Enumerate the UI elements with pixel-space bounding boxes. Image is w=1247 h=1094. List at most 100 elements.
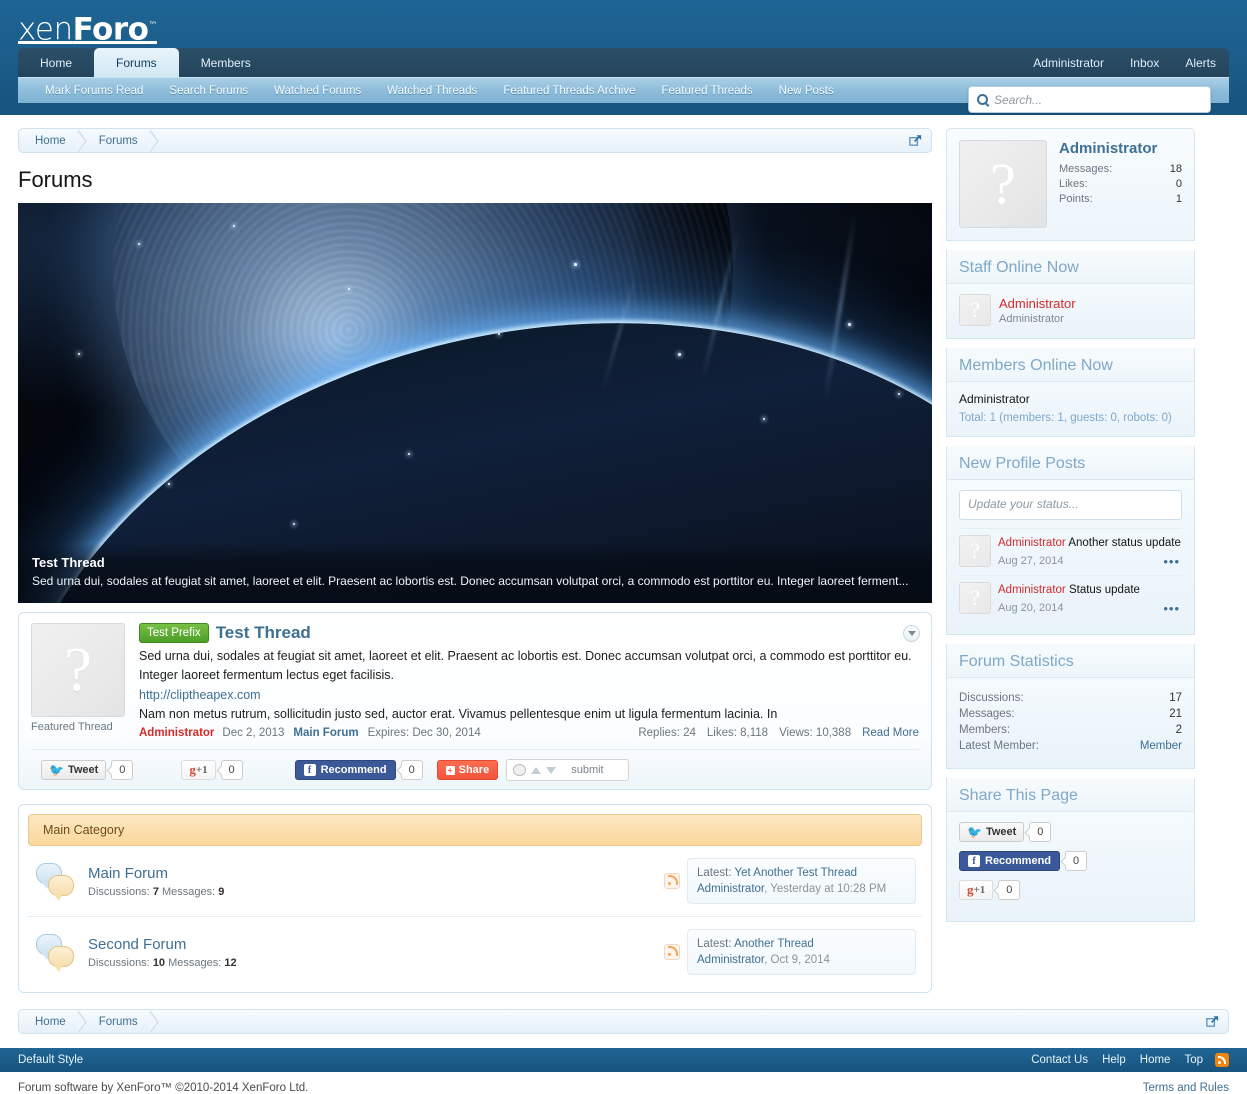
thread-prefix-badge[interactable]: Test Prefix: [139, 623, 209, 643]
footer-link-help[interactable]: Help: [1102, 1054, 1126, 1066]
points-label: Points:: [1059, 193, 1093, 205]
staff-name-link[interactable]: Administrator: [999, 296, 1076, 311]
terms-and-rules-link[interactable]: Terms and Rules: [1143, 1082, 1229, 1094]
profile-post-item[interactable]: ? Administrator Another status update Au…: [959, 528, 1182, 575]
gplus-button[interactable]: g +1: [959, 880, 994, 900]
facebook-count[interactable]: 0: [1065, 851, 1088, 871]
footer-link-home[interactable]: Home: [1140, 1054, 1171, 1066]
breadcrumb-link-forums[interactable]: Forums: [87, 135, 150, 147]
last-post-author-link[interactable]: Administrator: [697, 883, 764, 895]
featured-thread-replies: Replies: 24: [638, 727, 696, 739]
last-post-author-row: Administrator, Yesterday at 10:28 PM: [697, 881, 906, 897]
forum-row[interactable]: Second Forum Discussions: 10 Messages: 1…: [28, 917, 922, 987]
account-menu-inbox[interactable]: Inbox: [1117, 48, 1172, 77]
staff-user-title: Administrator: [999, 312, 1064, 325]
profile-post-text: Another status update: [1068, 537, 1181, 549]
gplus-count[interactable]: 0: [220, 760, 243, 780]
gplus-button[interactable]: g +1: [181, 760, 216, 780]
subnav-new-posts[interactable]: New Posts: [766, 85, 847, 97]
facebook-recommend-button[interactable]: f Recommend: [294, 760, 396, 780]
last-post-box: Latest: Yet Another Test Thread Administ…: [687, 858, 916, 904]
subnav-watched-forums[interactable]: Watched Forums: [261, 85, 374, 97]
gplus-count[interactable]: 0: [998, 880, 1021, 900]
account-menu-alerts[interactable]: Alerts: [1172, 48, 1229, 77]
visitor-panel: ? Administrator Messages: 18 Likes: 0 Po…: [946, 128, 1195, 241]
footer-breadcrumb-link-home[interactable]: Home: [23, 1016, 78, 1028]
footer-link-contact-us[interactable]: Contact Us: [1031, 1054, 1088, 1066]
profile-post-user[interactable]: Administrator: [998, 584, 1066, 596]
status-update-input[interactable]: Update your status...: [959, 490, 1182, 520]
profile-post-more-icon[interactable]: •••: [1163, 601, 1180, 616]
avatar[interactable]: ?: [959, 294, 991, 326]
featured-thread-author-link[interactable]: Administrator: [139, 727, 214, 739]
facebook-count[interactable]: 0: [400, 760, 423, 780]
sidebar-gplus-group: g +1 0: [959, 880, 1182, 900]
breadcrumb-arrow: [148, 128, 159, 153]
rss-icon[interactable]: [664, 944, 680, 960]
tweet-button[interactable]: 🐦 Tweet: [959, 822, 1025, 842]
tab-forums[interactable]: Forums: [94, 48, 179, 77]
facebook-recommend-button[interactable]: f Recommend: [959, 851, 1061, 871]
breadcrumb-item-forums[interactable]: Forums: [87, 128, 159, 153]
featured-thread-forum-link[interactable]: Main Forum: [293, 727, 358, 739]
sidebar-separator: [946, 437, 1195, 446]
subnav-featured-threads[interactable]: Featured Threads: [648, 85, 765, 97]
hero-star: [233, 225, 235, 227]
downvote-icon[interactable]: [546, 766, 557, 774]
hero-star: [408, 453, 410, 455]
site-logo[interactable]: xenForo™: [18, 6, 157, 49]
forum-row[interactable]: Main Forum Discussions: 7 Messages: 9 La…: [28, 846, 922, 917]
tweet-button[interactable]: 🐦 Tweet: [41, 760, 107, 780]
profile-post-item[interactable]: ? Administrator Status update Aug 20, 20…: [959, 575, 1182, 622]
tweet-count[interactable]: 0: [1029, 822, 1052, 842]
latest-member-link[interactable]: Member: [1140, 740, 1182, 752]
online-member-link[interactable]: Administrator: [959, 392, 1030, 406]
profile-post-more-icon[interactable]: •••: [1163, 554, 1180, 569]
tweet-button-label: Tweet: [67, 764, 99, 776]
avatar[interactable]: ?: [31, 623, 125, 717]
featured-thread-title-link[interactable]: Test Thread: [216, 623, 311, 643]
profile-post-user[interactable]: Administrator: [998, 537, 1066, 549]
visitor-name-link[interactable]: Administrator: [1059, 140, 1157, 157]
subnav-search-forums[interactable]: Search Forums: [156, 85, 261, 97]
featured-thread-menu-button[interactable]: [903, 625, 920, 642]
forum-title-link[interactable]: Main Forum: [88, 865, 168, 882]
featured-thread-slider[interactable]: Test Thread Sed urna dui, sodales at feu…: [18, 203, 932, 603]
style-chooser[interactable]: Default Style: [18, 1054, 83, 1066]
breadcrumb-item-home[interactable]: Home: [23, 128, 87, 153]
footer-link-top[interactable]: Top: [1184, 1054, 1203, 1066]
avatar[interactable]: ?: [959, 140, 1047, 228]
last-post-title-link[interactable]: Yet Another Test Thread: [735, 867, 858, 879]
subnav-featured-threads-archive[interactable]: Featured Threads Archive: [490, 85, 648, 97]
featured-thread-url-link[interactable]: http://cliptheapex.com: [139, 685, 919, 705]
hero-star: [763, 418, 765, 420]
footer-breadcrumb-link-forums[interactable]: Forums: [87, 1016, 150, 1028]
rss-icon[interactable]: [664, 873, 680, 889]
last-post-title-link[interactable]: Another Thread: [734, 938, 814, 950]
upvote-icon[interactable]: [531, 766, 542, 774]
staff-online-item[interactable]: ? Administrator Administrator: [959, 294, 1182, 326]
category-header[interactable]: Main Category: [28, 814, 922, 846]
account-menu-administrator[interactable]: Administrator: [1020, 48, 1117, 77]
search-input[interactable]: Search...: [968, 86, 1211, 113]
subnav-watched-threads[interactable]: Watched Threads: [374, 85, 490, 97]
open-in-new-window-icon[interactable]: [908, 133, 923, 148]
footer-breadcrumb-item-forums[interactable]: Forums: [87, 1009, 159, 1034]
forum-title-link[interactable]: Second Forum: [88, 936, 186, 953]
avatar[interactable]: ?: [959, 582, 991, 614]
featured-thread-read-more-link[interactable]: Read More: [862, 727, 919, 739]
open-in-new-window-icon[interactable]: [1205, 1014, 1220, 1029]
tab-members[interactable]: Members: [179, 48, 273, 77]
reddit-submit-widget[interactable]: submit: [506, 759, 629, 781]
avatar[interactable]: ?: [959, 535, 991, 567]
facebook-share-button[interactable]: + Share: [436, 760, 499, 780]
breadcrumb-link-home[interactable]: Home: [23, 135, 78, 147]
tab-home[interactable]: Home: [18, 48, 94, 77]
footer-breadcrumb-item-home[interactable]: Home: [23, 1009, 87, 1034]
tweet-count[interactable]: 0: [111, 760, 134, 780]
rss-icon[interactable]: [1215, 1053, 1229, 1067]
subnav-mark-forums-read[interactable]: Mark Forums Read: [32, 85, 156, 97]
profile-post-text: Status update: [1068, 584, 1140, 596]
visitor-stat-row: Likes: 0: [1059, 178, 1182, 190]
last-post-author-link[interactable]: Administrator: [697, 954, 764, 966]
